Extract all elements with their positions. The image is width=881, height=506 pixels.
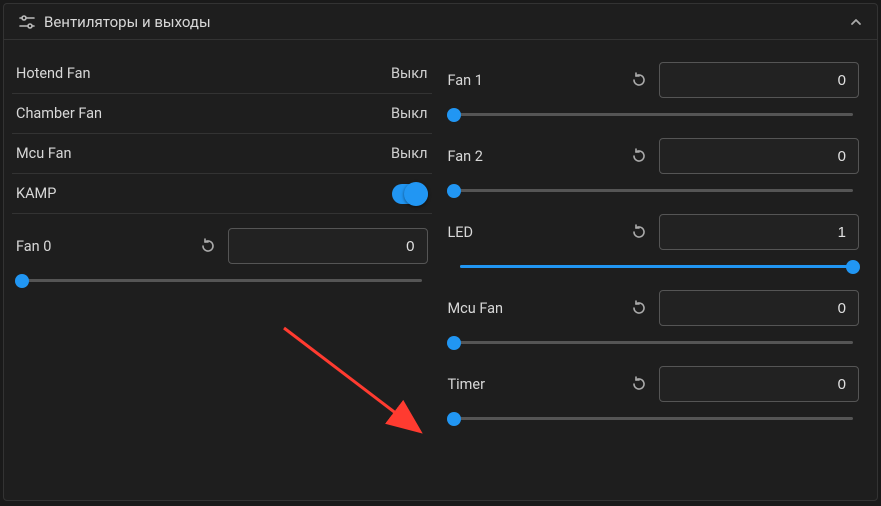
led-input[interactable] <box>659 214 859 250</box>
timer-input[interactable] <box>659 366 859 402</box>
hotend-fan-status: Выкл <box>391 65 428 82</box>
kamp-toggle[interactable] <box>392 184 428 204</box>
fan0-label: Fan 0 <box>16 238 200 255</box>
fans-outputs-panel: Вентиляторы и выходы Hotend Fan Выкл Cha… <box>3 3 878 501</box>
reset-icon[interactable] <box>631 376 647 392</box>
reset-icon[interactable] <box>631 72 647 88</box>
timer-slider[interactable] <box>454 412 854 426</box>
panel-body: Hotend Fan Выкл Chamber Fan Выкл Mcu Fan… <box>4 40 877 448</box>
mcu-fan-input[interactable] <box>659 290 859 326</box>
fan2-input[interactable] <box>659 138 859 174</box>
kamp-toggle-knob <box>404 182 428 206</box>
fan0-block: Fan 0 <box>12 220 432 296</box>
fan1-input[interactable] <box>659 62 859 98</box>
chamber-fan-row: Chamber Fan Выкл <box>12 94 432 134</box>
fan1-block: Fan 1 <box>444 54 864 130</box>
outputs-icon <box>18 15 36 29</box>
fan1-slider-thumb[interactable] <box>447 108 461 122</box>
reset-icon[interactable] <box>200 238 216 254</box>
fan0-input[interactable] <box>228 228 428 264</box>
kamp-row: KAMP <box>12 174 432 214</box>
led-slider-thumb[interactable] <box>846 260 860 274</box>
hotend-fan-label: Hotend Fan <box>16 65 391 82</box>
mcu-fan-slider[interactable] <box>454 336 854 350</box>
reset-icon[interactable] <box>631 224 647 240</box>
fan0-slider[interactable] <box>22 274 422 288</box>
fan1-label: Fan 1 <box>448 72 632 89</box>
left-column: Hotend Fan Выкл Chamber Fan Выкл Mcu Fan… <box>12 54 432 434</box>
fan2-slider[interactable] <box>454 184 854 198</box>
led-block: LED <box>444 206 864 282</box>
chevron-up-icon[interactable] <box>849 15 863 29</box>
led-label: LED <box>448 224 632 241</box>
mcu-fan-label-left: Mcu Fan <box>16 145 391 162</box>
mcu-fan-status-left: Выкл <box>391 145 428 162</box>
reset-icon[interactable] <box>631 148 647 164</box>
mcu-fan-block: Mcu Fan <box>444 282 864 358</box>
fan1-slider[interactable] <box>454 108 854 122</box>
fan2-block: Fan 2 <box>444 130 864 206</box>
mcu-fan-row-left: Mcu Fan Выкл <box>12 134 432 174</box>
panel-header[interactable]: Вентиляторы и выходы <box>4 4 877 40</box>
fan2-label: Fan 2 <box>448 148 632 165</box>
chamber-fan-status: Выкл <box>391 105 428 122</box>
kamp-label: KAMP <box>16 185 392 202</box>
timer-slider-thumb[interactable] <box>447 412 461 426</box>
mcu-fan-label-right: Mcu Fan <box>448 300 632 317</box>
timer-label: Timer <box>448 376 632 393</box>
fan2-slider-thumb[interactable] <box>447 184 461 198</box>
fan0-slider-thumb[interactable] <box>15 274 29 288</box>
right-column: Fan 1 Fan 2 <box>444 54 864 434</box>
chamber-fan-label: Chamber Fan <box>16 105 391 122</box>
led-slider[interactable] <box>460 260 854 274</box>
hotend-fan-row: Hotend Fan Выкл <box>12 54 432 94</box>
panel-title: Вентиляторы и выходы <box>44 13 849 31</box>
reset-icon[interactable] <box>631 300 647 316</box>
mcu-fan-slider-thumb[interactable] <box>447 336 461 350</box>
timer-block: Timer <box>444 358 864 434</box>
